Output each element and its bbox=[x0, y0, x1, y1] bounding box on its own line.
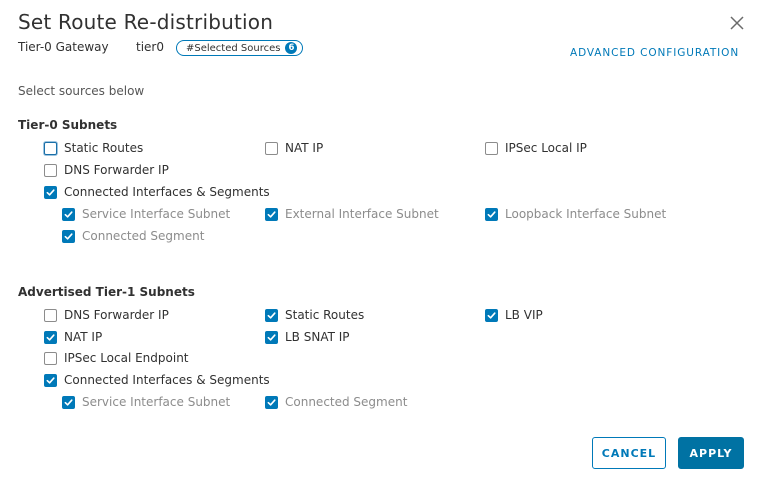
checkbox-box bbox=[265, 141, 278, 155]
checkbox-label: DNS Forwarder IP bbox=[64, 308, 169, 322]
checkmark-icon bbox=[267, 210, 276, 218]
tier1-lb-snat-ip-checkbox[interactable]: LB SNAT IP bbox=[265, 330, 350, 344]
checkbox-box bbox=[265, 330, 278, 344]
checkbox-box bbox=[62, 207, 75, 221]
checkmark-icon bbox=[487, 210, 496, 218]
dialog-title: Set Route Re-distribution bbox=[18, 10, 274, 34]
tier1-section-title: Advertised Tier-1 Subnets bbox=[18, 285, 195, 299]
checkbox-label: Connected Interfaces & Segments bbox=[64, 373, 270, 387]
checkmark-icon bbox=[46, 333, 55, 341]
tier1-lb-vip-checkbox[interactable]: LB VIP bbox=[485, 308, 543, 322]
tier0-static-routes-checkbox[interactable]: Static Routes bbox=[44, 141, 143, 155]
tier1-service-interface-subnet-checkbox[interactable]: Service Interface Subnet bbox=[62, 395, 230, 409]
checkmark-icon bbox=[267, 311, 276, 319]
checkbox-label: Service Interface Subnet bbox=[82, 395, 231, 409]
checkbox-box bbox=[44, 330, 57, 344]
checkmark-icon bbox=[64, 232, 73, 240]
selected-sources-count: 6 bbox=[285, 42, 298, 54]
tier0-external-interface-subnet-checkbox[interactable]: External Interface Subnet bbox=[265, 207, 439, 221]
checkbox-box bbox=[265, 207, 278, 221]
checkbox-box bbox=[485, 308, 498, 322]
checkbox-box bbox=[44, 351, 57, 365]
checkbox-box bbox=[44, 373, 57, 387]
tier1-nat-ip-checkbox[interactable]: NAT IP bbox=[44, 330, 102, 344]
checkmark-icon bbox=[267, 333, 276, 341]
checkbox-label: Service Interface Subnet bbox=[82, 207, 231, 221]
tier0-connected-interfaces-checkbox[interactable]: Connected Interfaces & Segments bbox=[44, 185, 270, 199]
checkbox-label: IPSec Local IP bbox=[505, 141, 587, 155]
checkbox-label: NAT IP bbox=[64, 330, 103, 344]
checkbox-label: Connected Segment bbox=[285, 395, 408, 409]
checkmark-icon bbox=[267, 398, 276, 406]
advanced-configuration-link[interactable]: ADVANCED CONFIGURATION bbox=[570, 47, 739, 59]
checkbox-label: LB VIP bbox=[505, 308, 543, 322]
checkbox-label: Loopback Interface Subnet bbox=[505, 207, 667, 221]
tier1-static-routes-checkbox[interactable]: Static Routes bbox=[265, 308, 364, 322]
tier0-section-title: Tier-0 Subnets bbox=[18, 118, 118, 132]
checkbox-box bbox=[44, 185, 57, 199]
tier0-nat-ip-checkbox[interactable]: NAT IP bbox=[265, 141, 323, 155]
checkmark-icon bbox=[64, 210, 73, 218]
checkbox-label: External Interface Subnet bbox=[285, 207, 439, 221]
checkbox-label: LB SNAT IP bbox=[285, 330, 350, 344]
tier1-connected-interfaces-checkbox[interactable]: Connected Interfaces & Segments bbox=[44, 373, 270, 387]
select-sources-hint: Select sources below bbox=[18, 84, 145, 98]
gateway-name: tier0 bbox=[136, 40, 164, 54]
tier1-connected-segment-checkbox[interactable]: Connected Segment bbox=[265, 395, 407, 409]
checkmark-icon bbox=[46, 188, 55, 196]
checkmark-icon bbox=[64, 398, 73, 406]
checkbox-box bbox=[44, 308, 57, 322]
checkbox-box bbox=[265, 395, 278, 409]
selected-sources-label: #Selected Sources bbox=[186, 42, 281, 54]
tier0-service-interface-subnet-checkbox[interactable]: Service Interface Subnet bbox=[62, 207, 230, 221]
checkbox-box bbox=[44, 163, 57, 177]
gateway-type-label: Tier-0 Gateway bbox=[18, 40, 109, 54]
checkbox-label: NAT IP bbox=[285, 141, 324, 155]
checkmark-icon bbox=[46, 376, 55, 384]
checkbox-label: Static Routes bbox=[285, 308, 365, 322]
route-redistribution-dialog: Set Route Re-distribution Tier-0 Gateway… bbox=[0, 0, 764, 481]
checkbox-box bbox=[62, 395, 75, 409]
checkbox-box bbox=[485, 207, 498, 221]
checkbox-label: Static Routes bbox=[64, 141, 144, 155]
cancel-button[interactable]: CANCEL bbox=[592, 437, 666, 469]
checkbox-box bbox=[44, 141, 57, 155]
checkbox-label: Connected Segment bbox=[82, 229, 205, 243]
checkbox-label: IPSec Local Endpoint bbox=[64, 351, 189, 365]
close-icon[interactable] bbox=[728, 14, 746, 32]
apply-button[interactable]: APPLY bbox=[678, 437, 744, 469]
tier0-dns-forwarder-ip-checkbox[interactable]: DNS Forwarder IP bbox=[44, 163, 169, 177]
checkmark-icon bbox=[487, 311, 496, 319]
tier1-ipsec-local-endpoint-checkbox[interactable]: IPSec Local Endpoint bbox=[44, 351, 189, 365]
checkbox-box bbox=[62, 229, 75, 243]
checkbox-label: Connected Interfaces & Segments bbox=[64, 185, 270, 199]
tier1-dns-forwarder-ip-checkbox[interactable]: DNS Forwarder IP bbox=[44, 308, 169, 322]
tier0-loopback-interface-subnet-checkbox[interactable]: Loopback Interface Subnet bbox=[485, 207, 666, 221]
selected-sources-pill: #Selected Sources 6 bbox=[176, 40, 303, 56]
tier0-ipsec-local-ip-checkbox[interactable]: IPSec Local IP bbox=[485, 141, 587, 155]
checkbox-box bbox=[265, 308, 278, 322]
tier0-connected-segment-checkbox[interactable]: Connected Segment bbox=[62, 229, 204, 243]
checkbox-label: DNS Forwarder IP bbox=[64, 163, 169, 177]
checkbox-box bbox=[485, 141, 498, 155]
